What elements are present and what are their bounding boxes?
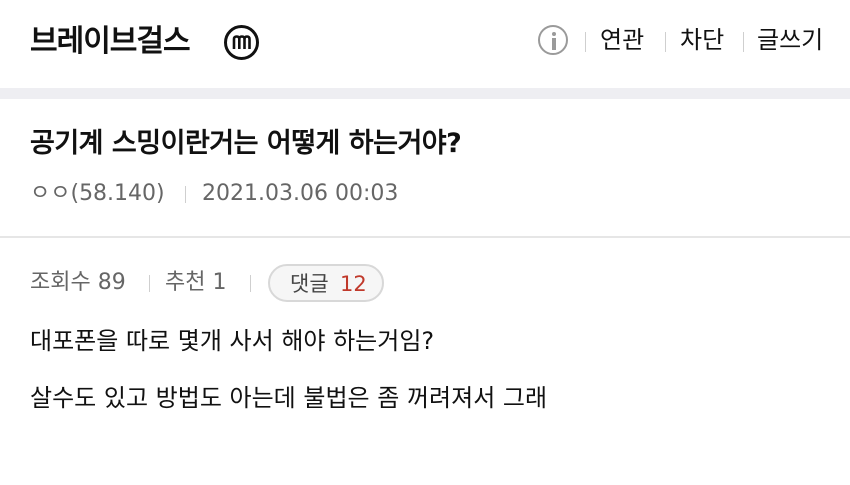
comment-count: 12 [340,272,367,296]
meta-separator [185,186,186,203]
post-body-line: 대포폰을 따로 몇개 사서 해야 하는거임? [30,327,435,355]
write-post-link[interactable]: 글쓰기 [757,24,823,56]
post-author[interactable]: ㅇㅇ(58.140) [30,179,165,209]
post-title: 공기계 스밍이란거는 어떻게 하는거야? [30,128,462,159]
minor-gallery-badge-icon [224,25,259,60]
post-body-line: 살수도 있고 방법도 아는데 불법은 좀 꺼려져서 그래 [30,384,548,412]
recommend-count: 추천 1 [165,270,227,295]
comment-label: 댓글 [290,272,329,296]
view-count: 조회수 89 [30,270,126,295]
header: 브레이브걸스 연관 차단 글쓰기 [0,0,850,88]
stat-separator [250,275,251,292]
letter-m-icon [232,35,251,49]
content-divider [0,236,850,238]
header-separator [743,32,744,52]
stat-separator [149,275,150,292]
gallery-title[interactable]: 브레이브걸스 [30,22,191,62]
post-datetime: 2021.03.06 00:03 [202,181,399,206]
header-separator [585,32,586,52]
section-divider [0,88,850,99]
header-separator [665,32,666,52]
comment-button[interactable]: 댓글 12 [268,264,384,302]
related-link[interactable]: 연관 [600,24,644,56]
info-icon[interactable] [538,25,568,55]
block-link[interactable]: 차단 [680,24,724,56]
